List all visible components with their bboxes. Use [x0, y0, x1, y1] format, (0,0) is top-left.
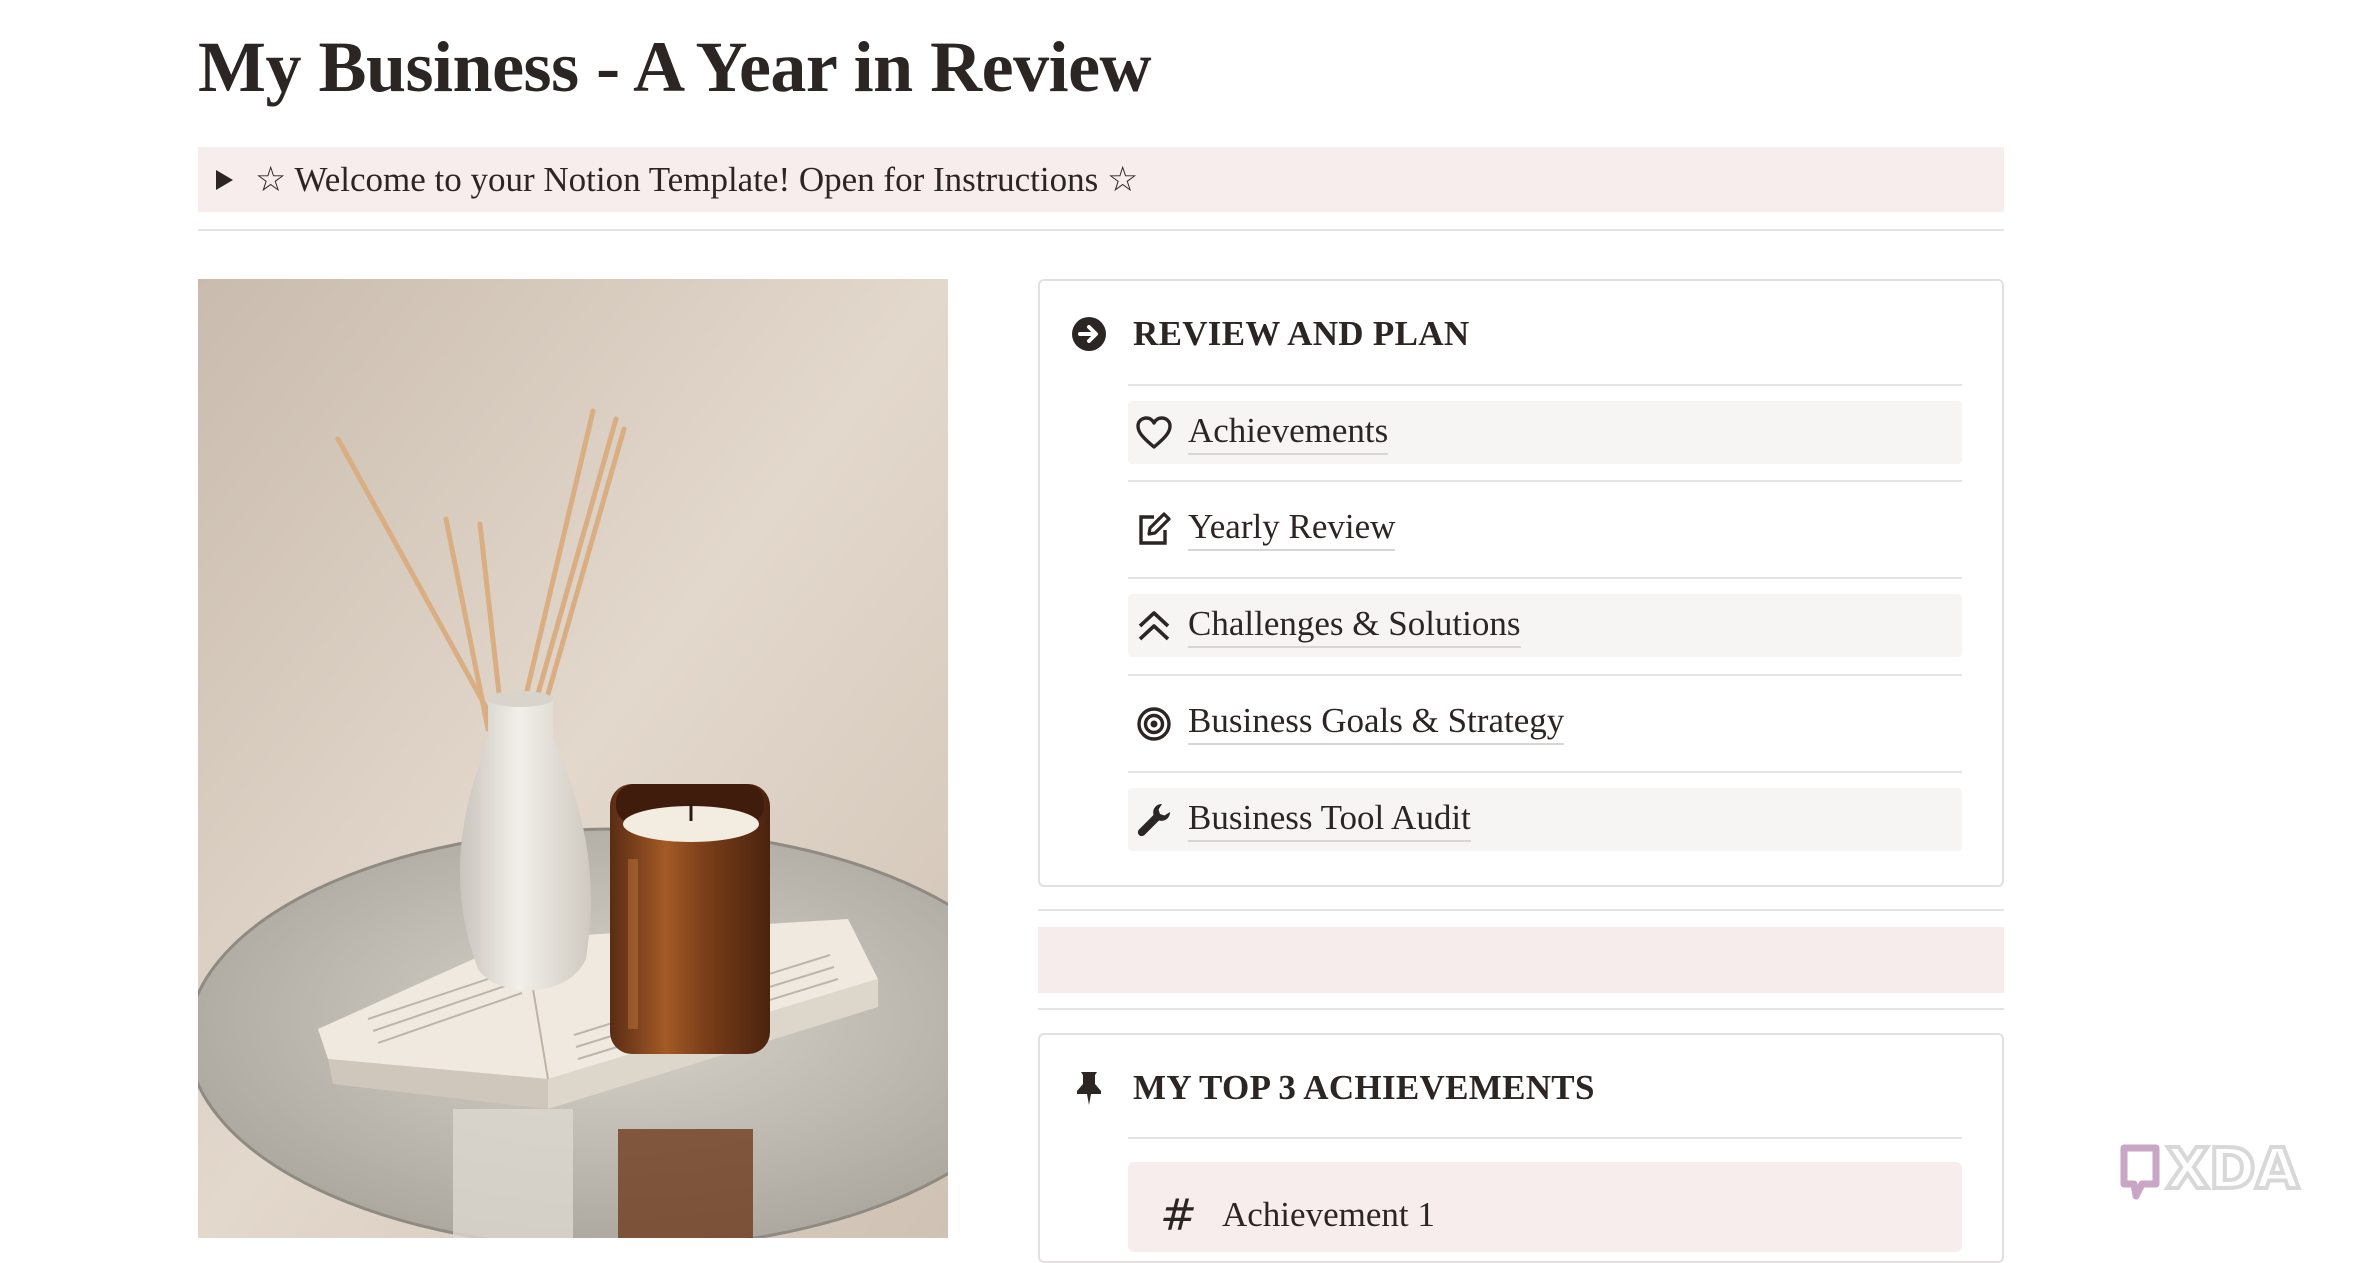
- divider: [198, 229, 2004, 231]
- achievement-label[interactable]: Achievement 1: [1222, 1195, 1435, 1235]
- top-achievements-heading: MY TOP 3 ACHIEVEMENTS: [1133, 1068, 1595, 1107]
- hero-image: [198, 279, 948, 1238]
- pin-icon: [1077, 1072, 1101, 1105]
- link-challenges-solutions[interactable]: Challenges & Solutions: [1128, 594, 1962, 657]
- link-business-goals-strategy[interactable]: Business Goals & Strategy: [1128, 691, 1962, 754]
- double-chevron-up-icon: [1138, 610, 1170, 640]
- divider: [1038, 909, 2004, 911]
- link-yearly-review[interactable]: Yearly Review: [1128, 497, 1962, 560]
- wrench-icon: [1137, 803, 1170, 836]
- link-label[interactable]: Business Goals & Strategy: [1188, 700, 1565, 745]
- link-label[interactable]: Yearly Review: [1188, 506, 1396, 551]
- callout-block: [1038, 927, 2004, 993]
- link-label[interactable]: Business Tool Audit: [1188, 797, 1471, 842]
- edit-square-icon: [1139, 511, 1171, 545]
- xda-watermark-logo: XDA: [2116, 1135, 2346, 1208]
- hash-icon: #: [1160, 1190, 1197, 1241]
- divider: [1128, 1137, 1962, 1139]
- achievement-item[interactable]: # Achievement 1: [1128, 1162, 1962, 1252]
- link-label[interactable]: Achievements: [1188, 410, 1389, 455]
- page-title: My Business - A Year in Review: [198, 27, 1152, 107]
- link-business-tool-audit[interactable]: Business Tool Audit: [1128, 788, 1962, 851]
- arrow-circle-right-icon: [1072, 317, 1106, 351]
- review-and-plan-heading: REVIEW AND PLAN: [1133, 314, 1470, 353]
- link-label[interactable]: Challenges & Solutions: [1188, 603, 1521, 648]
- link-achievements[interactable]: Achievements: [1128, 401, 1962, 464]
- divider: [1128, 771, 1962, 773]
- divider: [1038, 1008, 2004, 1010]
- xda-watermark-text: XDA: [2166, 1138, 2300, 1202]
- divider: [1128, 674, 1962, 676]
- toggle-triangle-icon[interactable]: [216, 169, 233, 190]
- welcome-toggle[interactable]: ☆ Welcome to your Notion Template! Open …: [198, 147, 2004, 212]
- heart-icon: [1136, 415, 1172, 449]
- welcome-toggle-label: ☆ Welcome to your Notion Template! Open …: [255, 159, 1139, 199]
- divider: [1128, 384, 1962, 386]
- divider: [1128, 480, 1962, 482]
- divider: [1128, 577, 1962, 579]
- target-icon: [1137, 706, 1171, 741]
